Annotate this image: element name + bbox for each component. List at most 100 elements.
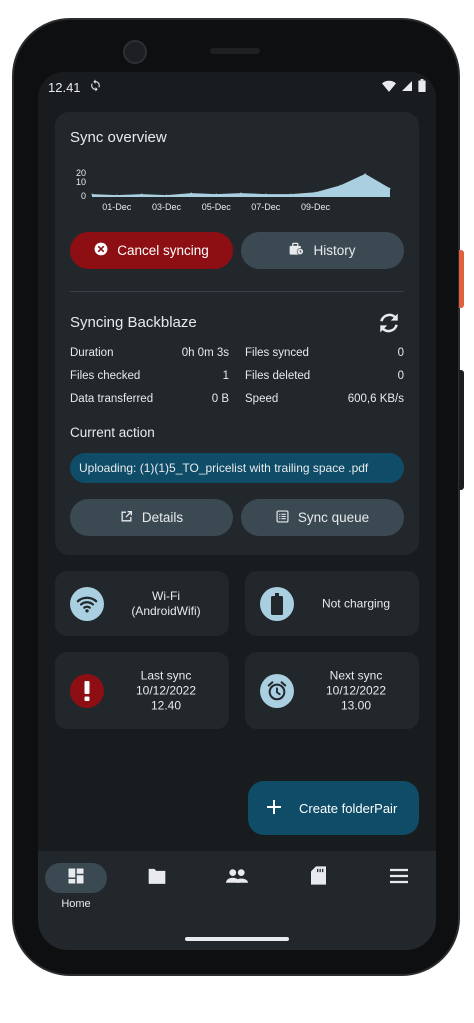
plus-icon bbox=[266, 799, 282, 818]
last-sync-tile[interactable]: Last sync 10/12/2022 12.40 bbox=[55, 652, 229, 729]
sync-overview-card: Sync overview 20 10 0 01-Dec 03-Dec 05-Dec 07-… bbox=[55, 112, 419, 555]
chart-point bbox=[364, 173, 366, 175]
bottom-navigation: Home bbox=[38, 851, 436, 950]
duration-value: 0h 0m 3s bbox=[181, 347, 229, 359]
nav-accounts[interactable] bbox=[197, 863, 277, 913]
refresh-sync-icon[interactable] bbox=[375, 309, 403, 342]
nav-storage[interactable] bbox=[278, 863, 358, 913]
charging-tile[interactable]: Not charging bbox=[245, 571, 419, 636]
files-deleted-value: 0 bbox=[397, 370, 404, 382]
current-action-label: Current action bbox=[70, 425, 155, 440]
current-action-text: Uploading: (1)(1)5_TO_pricelist with tra… bbox=[79, 461, 369, 475]
nav-folders[interactable] bbox=[117, 863, 197, 913]
wifi-icon bbox=[70, 586, 104, 621]
history-button[interactable]: History bbox=[241, 232, 404, 269]
data-transferred-value: 0 B bbox=[211, 393, 229, 405]
nav-folders-pill bbox=[126, 863, 188, 893]
nav-menu-pill bbox=[368, 863, 430, 893]
chart-x-tick-label: 07-Dec bbox=[251, 202, 281, 212]
duration-label: Duration bbox=[70, 347, 114, 359]
home-indicator bbox=[185, 937, 289, 941]
chart-point bbox=[91, 193, 93, 195]
dashboard-icon bbox=[67, 867, 85, 890]
nav-home[interactable]: Home bbox=[38, 863, 116, 913]
chart-y-tick-label: 0 bbox=[81, 191, 86, 201]
chart-x-tick-label: 01-Dec bbox=[102, 202, 132, 212]
people-icon bbox=[226, 868, 248, 889]
nav-home-pill bbox=[45, 863, 107, 893]
sync-queue-label: Sync queue bbox=[297, 510, 370, 525]
chart-y-tick-label: 10 bbox=[76, 177, 86, 187]
open-external-icon bbox=[120, 510, 133, 526]
next-sync-title: Next sync bbox=[329, 668, 383, 682]
menu-icon bbox=[389, 868, 409, 889]
files-synced-label: Files synced bbox=[245, 347, 309, 359]
details-button[interactable]: Details bbox=[70, 499, 233, 536]
status-bar: 12.41 bbox=[48, 76, 426, 98]
nav-home-label: Home bbox=[61, 898, 91, 910]
data-transferred-label: Data transferred bbox=[70, 393, 154, 405]
sync-overview-title: Sync overview bbox=[70, 129, 167, 146]
next-sync-info: Next sync 10/12/2022 13.00 bbox=[297, 668, 415, 713]
wifi-line2: (AndroidWifi) bbox=[131, 603, 201, 618]
chart-point bbox=[141, 193, 143, 195]
chart-x-tick-label: 03-Dec bbox=[152, 202, 182, 212]
card-divider bbox=[70, 291, 404, 292]
chart-point bbox=[290, 193, 292, 195]
speed-label: Speed bbox=[245, 393, 279, 405]
wifi-tile[interactable]: Wi-Fi (AndroidWifi) bbox=[55, 571, 229, 636]
app-screen: 12.41 Sync overview 20 10 0 01-Dec 03-Dec 05-… bbox=[38, 72, 436, 950]
folder-icon bbox=[147, 867, 167, 889]
chart-point bbox=[215, 193, 217, 195]
chart-point bbox=[165, 194, 168, 196]
front-camera bbox=[123, 40, 147, 64]
power-button bbox=[459, 250, 464, 308]
speed-value: 600,6 KB/s bbox=[347, 393, 404, 405]
files-deleted-label: Files deleted bbox=[245, 370, 311, 382]
files-checked-label: Files checked bbox=[70, 370, 141, 382]
list-icon bbox=[276, 509, 289, 526]
sync-queue-button[interactable]: Sync queue bbox=[241, 499, 404, 536]
status-time: 12.41 bbox=[48, 79, 81, 95]
sync-status-icon bbox=[89, 79, 102, 95]
next-sync-date: 10/12/2022 bbox=[325, 683, 387, 697]
chart-point bbox=[190, 192, 192, 194]
sd-card-icon bbox=[310, 866, 326, 890]
chart-point bbox=[240, 192, 242, 194]
cancel-icon bbox=[94, 242, 108, 259]
charging-status: Not charging bbox=[321, 596, 391, 610]
syncing-title: Syncing Backblaze bbox=[70, 314, 197, 331]
wifi-signal-icon bbox=[382, 80, 396, 95]
last-sync-time: 12.40 bbox=[150, 698, 182, 712]
last-sync-title: Last sync bbox=[140, 668, 192, 682]
cell-signal-icon bbox=[401, 80, 413, 95]
volume-button bbox=[459, 370, 464, 490]
next-sync-tile[interactable]: Next sync 10/12/2022 13.00 bbox=[245, 652, 419, 729]
chart-point bbox=[265, 193, 267, 195]
chart-point bbox=[314, 191, 317, 193]
nav-storage-pill bbox=[287, 863, 349, 893]
battery-status-icon bbox=[260, 586, 294, 621]
sync-overview-chart: 2010001-Dec 03-Dec 05-Dec 07-Dec 09-Dec bbox=[76, 168, 391, 212]
cancel-syncing-label: Cancel syncing bbox=[117, 243, 209, 258]
wifi-status: Wi-Fi (AndroidWifi) bbox=[107, 589, 225, 619]
battery-icon bbox=[418, 79, 426, 95]
last-sync-info: Last sync 10/12/2022 12.40 bbox=[107, 668, 225, 713]
alert-icon bbox=[70, 673, 104, 708]
cancel-syncing-button[interactable]: Cancel syncing bbox=[70, 232, 233, 269]
chart-x-tick-label: 05-Dec bbox=[202, 202, 232, 212]
alarm-clock-icon bbox=[260, 673, 294, 708]
nav-accounts-pill bbox=[206, 863, 268, 893]
chart-point bbox=[339, 184, 341, 186]
wifi-line1: Wi-Fi bbox=[152, 588, 180, 603]
next-sync-time: 13.00 bbox=[340, 698, 372, 712]
chart-x-tick-label: 09-Dec bbox=[301, 202, 331, 212]
current-action-bar: Uploading: (1)(1)5_TO_pricelist with tra… bbox=[70, 453, 404, 483]
earpiece-speaker bbox=[210, 48, 260, 54]
create-folderpair-label: Create folderPair bbox=[299, 800, 398, 816]
nav-menu[interactable] bbox=[359, 863, 436, 913]
chart-point bbox=[389, 187, 391, 189]
last-sync-date: 10/12/2022 bbox=[135, 683, 197, 697]
create-folderpair-button[interactable]: Create folderPair bbox=[248, 781, 419, 835]
details-label: Details bbox=[141, 510, 184, 525]
